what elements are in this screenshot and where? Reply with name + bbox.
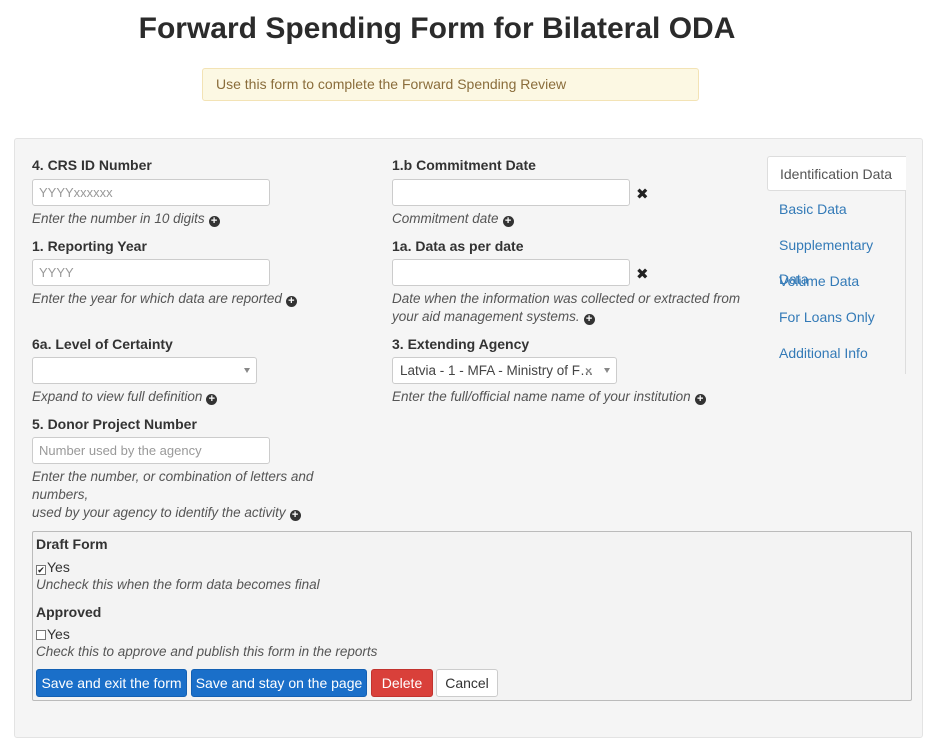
- plus-circle-icon[interactable]: +: [289, 510, 301, 521]
- extending-agency-label: 3. Extending Agency: [392, 336, 530, 352]
- commitment-date-label: 1.b Commitment Date: [392, 157, 536, 173]
- plus-circle-icon[interactable]: +: [206, 394, 218, 405]
- reporting-year-label: 1. Reporting Year: [32, 238, 147, 254]
- tab-for-loans-only[interactable]: For Loans Only: [767, 300, 906, 335]
- reporting-year-help-text: Enter the year for which data are report…: [32, 291, 282, 306]
- extending-agency-value: Latvia - 1 - MFA - Ministry of F…: [400, 363, 594, 378]
- crs-id-help: Enter the number in 10 digits +: [32, 210, 220, 228]
- donor-project-number-input[interactable]: [32, 437, 270, 464]
- data-as-per-date-label: 1a. Data as per date: [392, 238, 524, 254]
- form-panel: 4. CRS ID Number Enter the number in 10 …: [14, 138, 923, 738]
- donor-project-number-label: 5. Donor Project Number: [32, 416, 197, 432]
- draft-checkbox-row: ✔ Yes: [36, 559, 70, 575]
- approved-checkbox-row: Yes: [36, 626, 70, 642]
- delete-button[interactable]: Delete: [371, 669, 433, 697]
- donor-project-number-help-line1: Enter the number, or combination of lett…: [32, 469, 314, 502]
- approved-label: Approved: [36, 604, 102, 620]
- tab-supplementary-data[interactable]: Supplementary Data: [767, 228, 906, 287]
- level-of-certainty-label: 6a. Level of Certainty: [32, 336, 173, 352]
- clear-icon[interactable]: ✖: [636, 267, 649, 282]
- commitment-date-input[interactable]: [392, 179, 630, 206]
- tab-volume-data[interactable]: Volume Data: [767, 264, 906, 299]
- draft-help: Uncheck this when the form data becomes …: [36, 577, 320, 592]
- draft-form-label: Draft Form: [36, 536, 108, 552]
- approved-checkbox-label: Yes: [47, 626, 70, 642]
- plus-circle-icon[interactable]: +: [583, 314, 595, 325]
- data-as-per-date-help: Date when the information was collected …: [392, 290, 742, 326]
- tab-basic-data[interactable]: Basic Data: [767, 192, 906, 227]
- level-of-certainty-help: Expand to view full definition +: [32, 388, 218, 406]
- extending-agency-help-text: Enter the full/official name name of you…: [392, 389, 691, 404]
- level-of-certainty-help-text: Expand to view full definition: [32, 389, 203, 404]
- tab-identification-data[interactable]: Identification Data: [767, 156, 906, 191]
- draft-checkbox[interactable]: ✔: [36, 565, 46, 575]
- save-exit-button[interactable]: Save and exit the form: [36, 669, 187, 697]
- draft-checkbox-label: Yes: [47, 559, 70, 575]
- info-notice: Use this form to complete the Forward Sp…: [202, 68, 699, 101]
- crs-id-input[interactable]: [32, 179, 270, 206]
- save-stay-button[interactable]: Save and stay on the page: [191, 669, 367, 697]
- remove-selection-icon[interactable]: ×: [585, 364, 592, 378]
- plus-circle-icon[interactable]: +: [694, 394, 706, 405]
- extending-agency-select[interactable]: Latvia - 1 - MFA - Ministry of F… ×: [392, 357, 617, 384]
- data-as-per-date-input[interactable]: [392, 259, 630, 286]
- commitment-date-help: Commitment date +: [392, 210, 514, 228]
- chevron-down-icon: [604, 368, 610, 373]
- crs-id-help-text: Enter the number in 10 digits: [32, 211, 205, 226]
- data-as-per-date-help-line1: Date when the information was collected …: [392, 291, 741, 306]
- section-tabs: Identification Data Basic Data Supplemen…: [767, 156, 906, 374]
- plus-circle-icon[interactable]: +: [502, 216, 514, 227]
- data-as-per-date-help-line2: your aid management systems.: [392, 309, 580, 324]
- chevron-down-icon: [244, 368, 250, 373]
- reporting-year-input[interactable]: [32, 259, 270, 286]
- crs-id-label: 4. CRS ID Number: [32, 157, 152, 173]
- commitment-date-help-text: Commitment date: [392, 211, 499, 226]
- approval-section: Draft Form ✔ Yes Uncheck this when the fo…: [32, 531, 912, 701]
- extending-agency-help: Enter the full/official name name of you…: [392, 388, 706, 406]
- donor-project-number-help-line2: used by your agency to identify the acti…: [32, 505, 286, 520]
- plus-circle-icon[interactable]: +: [208, 216, 220, 227]
- reporting-year-help: Enter the year for which data are report…: [32, 290, 297, 308]
- tab-additional-info[interactable]: Additional Info: [767, 336, 906, 371]
- page-title: Forward Spending Form for Bilateral ODA: [138, 12, 736, 45]
- approved-help: Check this to approve and publish this f…: [36, 644, 378, 659]
- level-of-certainty-select[interactable]: [32, 357, 257, 384]
- approved-checkbox[interactable]: [36, 630, 46, 640]
- plus-circle-icon[interactable]: +: [285, 296, 297, 307]
- cancel-button[interactable]: Cancel: [436, 669, 498, 697]
- clear-icon[interactable]: ✖: [636, 187, 649, 202]
- donor-project-number-help: Enter the number, or combination of lett…: [32, 468, 372, 522]
